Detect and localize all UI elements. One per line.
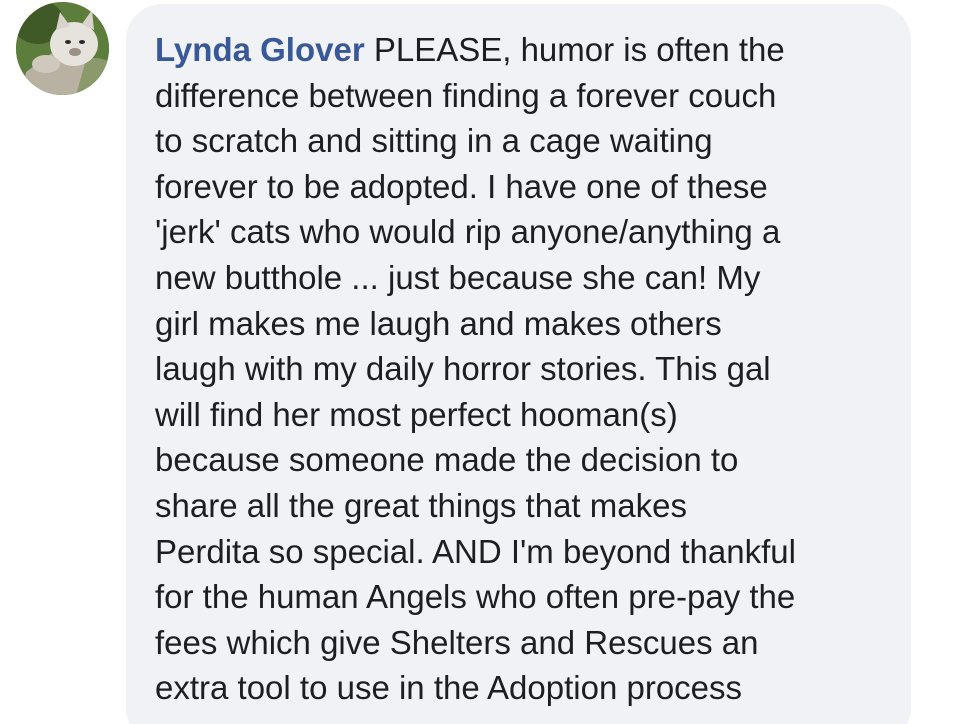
avatar[interactable] [16,2,109,95]
comment-line: extra tool to use in the Adoption proces… [155,669,743,707]
comment-line: difference between finding a forever cou… [155,76,777,114]
comment-line: Perdita so special. AND I'm beyond thank… [155,532,796,570]
profile-photo-cat-icon [16,2,109,95]
comment-line: share all the great things that makes [155,486,687,524]
comment-text: Lynda Glover PLEASE, humor is often the d… [155,27,895,711]
comment-line: fees which give Shelters and Rescues an [155,623,759,661]
comment-line: to scratch and sitting in a cage waiting [155,122,713,160]
comment-line: girl makes me laugh and makes others [155,304,722,342]
comment: Lynda Glover PLEASE, humor is often the d… [0,0,980,724]
comment-line: forever to be adopted. I have one of the… [155,167,768,205]
comment-line: 'jerk' cats who would rip anyone/anythin… [155,213,781,251]
comment-line: new butthole ... just because she can! M… [155,258,761,296]
comment-line: for the human Angels who often pre-pay t… [155,578,796,616]
comment-line: laugh with my daily horror stories. This… [155,350,771,388]
comment-line: Lynda Glover PLEASE, humor is often the [155,27,895,73]
comment-line: will find her most perfect hooman(s) [155,395,678,433]
comment-line-text: PLEASE, humor is often the [364,31,785,68]
comment-line: because someone made the decision to [155,441,739,479]
author-name-link[interactable]: Lynda Glover [155,31,365,68]
